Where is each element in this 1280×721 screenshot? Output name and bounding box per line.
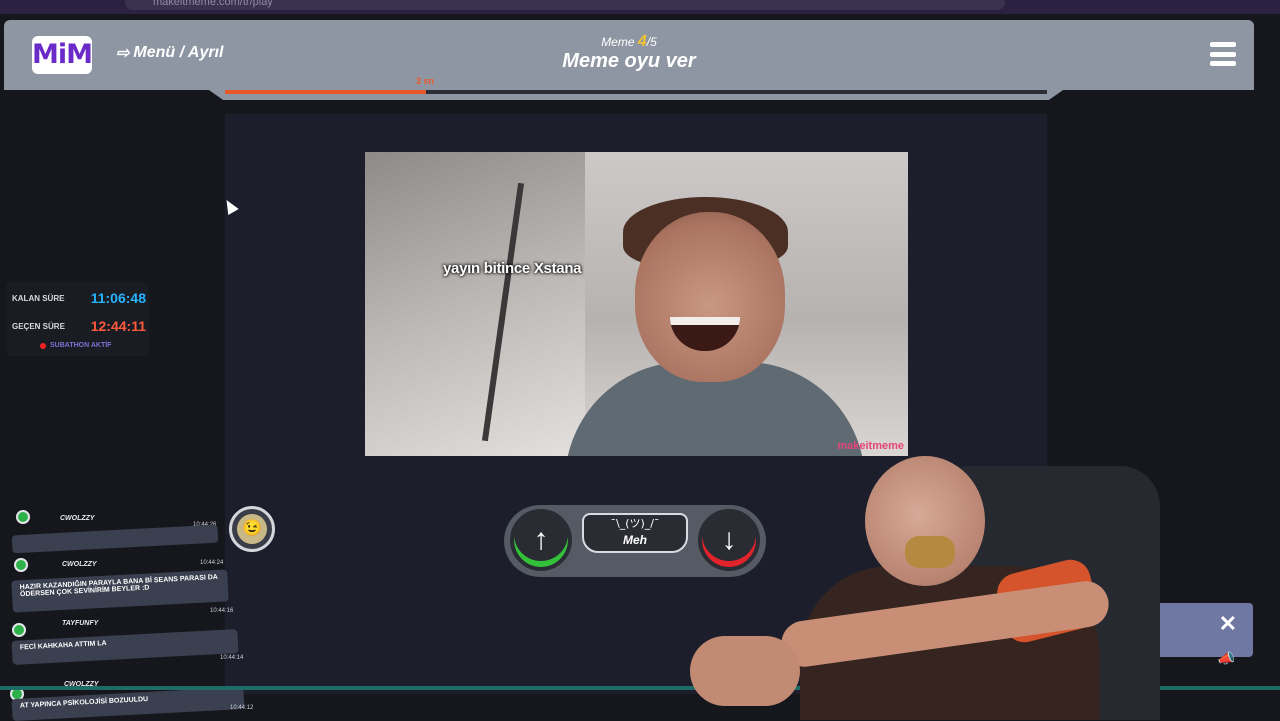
meme-counter-current: 4: [637, 33, 647, 50]
timer-progress-label: 3 sn: [416, 76, 435, 86]
hamburger-menu-icon[interactable]: [1210, 42, 1236, 66]
emote-sticker: 😉: [229, 506, 275, 552]
remaining-time-label: KALAN SÜRE: [12, 293, 65, 303]
chat-badge-icon: [12, 623, 26, 637]
megaphone-icon: 📣: [1217, 650, 1235, 666]
page-title: Meme oyu ver: [562, 50, 696, 72]
microphone-icon: [905, 536, 955, 568]
wink-face-icon: 😉: [237, 514, 267, 544]
remaining-time-value: 11:06:48: [90, 290, 146, 306]
close-icon[interactable]: ✕: [1219, 611, 1237, 637]
chat-timestamp: 10:44:24: [200, 560, 224, 566]
browser-tab-strip: makeitmeme.com/tr/play: [0, 0, 1280, 14]
chat-badge-icon: [14, 558, 28, 572]
elapsed-time-label: GEÇEN SÜRE: [12, 321, 65, 331]
meme-counter-label: Meme: [601, 35, 635, 49]
arrow-up-icon: ↑: [533, 523, 549, 556]
subathon-status: SUBATHON AKTİF: [40, 342, 111, 349]
game-header: MiM ⇨ Menü / Ayrıl Meme 4/5 Meme oyu ver: [4, 20, 1254, 90]
chat-username: TAYFUNFY: [62, 620, 99, 627]
timer-progress-bar: [225, 90, 1047, 94]
shrug-kaomoji: ¯\_(ツ)_/¯: [610, 517, 660, 530]
meme-counter-total: /5: [646, 35, 657, 49]
chat-username: CWOLZZY: [62, 561, 97, 568]
subathon-status-label: SUBATHON AKTİF: [50, 342, 112, 349]
elapsed-time-value: 12:44:11: [90, 318, 146, 334]
streamer-webcam: [680, 436, 1160, 720]
live-dot-icon: [40, 342, 46, 349]
chat-message: [11, 524, 219, 554]
chat-username: CWOLZZY: [60, 515, 95, 522]
meme-caption: yayın bitince Xstana: [443, 260, 582, 277]
chat-timestamp: 10:44:14: [220, 655, 244, 661]
address-bar[interactable]: makeitmeme.com/tr/play: [125, 0, 1005, 10]
meme-image: yayın bitince Xstana makeitmeme: [365, 152, 908, 456]
subathon-timer-widget: KALAN SÜRE 11:06:48 GEÇEN SÜRE 12:44:11 …: [6, 282, 149, 356]
chat-timestamp: 10:44:12: [230, 705, 254, 711]
chat-badge-icon: [16, 510, 30, 524]
timer-progress-fill: [225, 90, 427, 94]
chat-message: AT YAPINCA PSİKOLOJİSİ BOZUULDU: [11, 686, 245, 721]
meh-button[interactable]: ¯\_(ツ)_/¯ Meh: [582, 513, 688, 553]
chat-message: HAZIR KAZANDIĞIN PARAYLA BANA Bİ SEANS P…: [11, 569, 229, 613]
meme-counter: Meme 4/5: [4, 33, 1254, 51]
chat-timestamp: 10:44:16: [210, 608, 234, 614]
meh-label: Meh: [623, 533, 647, 547]
chat-message: FECİ KAHKAHA ATTIM LA: [11, 629, 239, 665]
upvote-button[interactable]: ↑: [510, 509, 572, 571]
